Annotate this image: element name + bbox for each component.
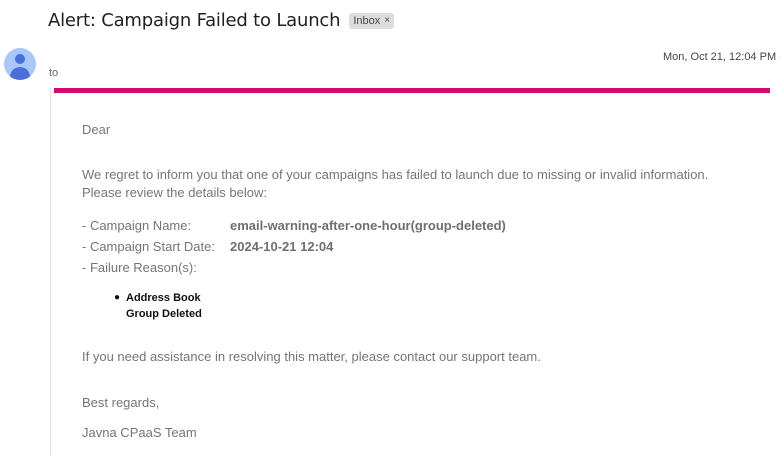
failure-reasons-list: ● Address Book Group Deleted	[114, 290, 202, 322]
avatar-head-icon	[15, 54, 25, 64]
sender-avatar[interactable]	[4, 48, 36, 80]
avatar-body-icon	[10, 67, 30, 80]
email-subject: Alert: Campaign Failed to Launch	[48, 10, 341, 31]
detail-value: email-warning-after-one-hour(group-delet…	[230, 218, 506, 233]
remove-label-icon[interactable]: ×	[384, 15, 390, 26]
detail-value: 2024-10-21 12:04	[230, 239, 334, 254]
detail-row-start-date: - Campaign Start Date: 2024-10-21 12:04	[82, 239, 333, 254]
inbox-label-text: Inbox	[353, 14, 381, 27]
greeting: Dear	[82, 122, 111, 137]
detail-row-failure-reasons: - Failure Reason(s):	[82, 260, 230, 275]
closing: Best regards,	[82, 395, 160, 410]
recipient-line[interactable]: to	[49, 67, 58, 79]
reason-text: Address Book Group Deleted	[126, 292, 202, 320]
detail-key: - Campaign Start Date:	[82, 239, 215, 254]
list-item: ● Address Book Group Deleted	[114, 290, 202, 322]
email-date: Mon, Oct 21, 12:04 PM (22 h	[663, 51, 780, 63]
detail-key: - Failure Reason(s):	[82, 260, 197, 275]
subject-row: Alert: Campaign Failed to Launch Inbox ×	[48, 10, 395, 31]
signature: Javna CPaaS Team	[82, 425, 197, 440]
inbox-label-chip[interactable]: Inbox ×	[349, 12, 395, 29]
bullet-icon: ●	[114, 292, 121, 303]
intro-paragraph: We regret to inform you that one of your…	[82, 167, 709, 200]
accent-bar	[54, 88, 770, 93]
detail-row-campaign-name: - Campaign Name: email-warning-after-one-…	[82, 218, 506, 233]
detail-key: - Campaign Name:	[82, 218, 192, 233]
assistance-paragraph: If you need assistance in resolving this…	[82, 349, 541, 364]
